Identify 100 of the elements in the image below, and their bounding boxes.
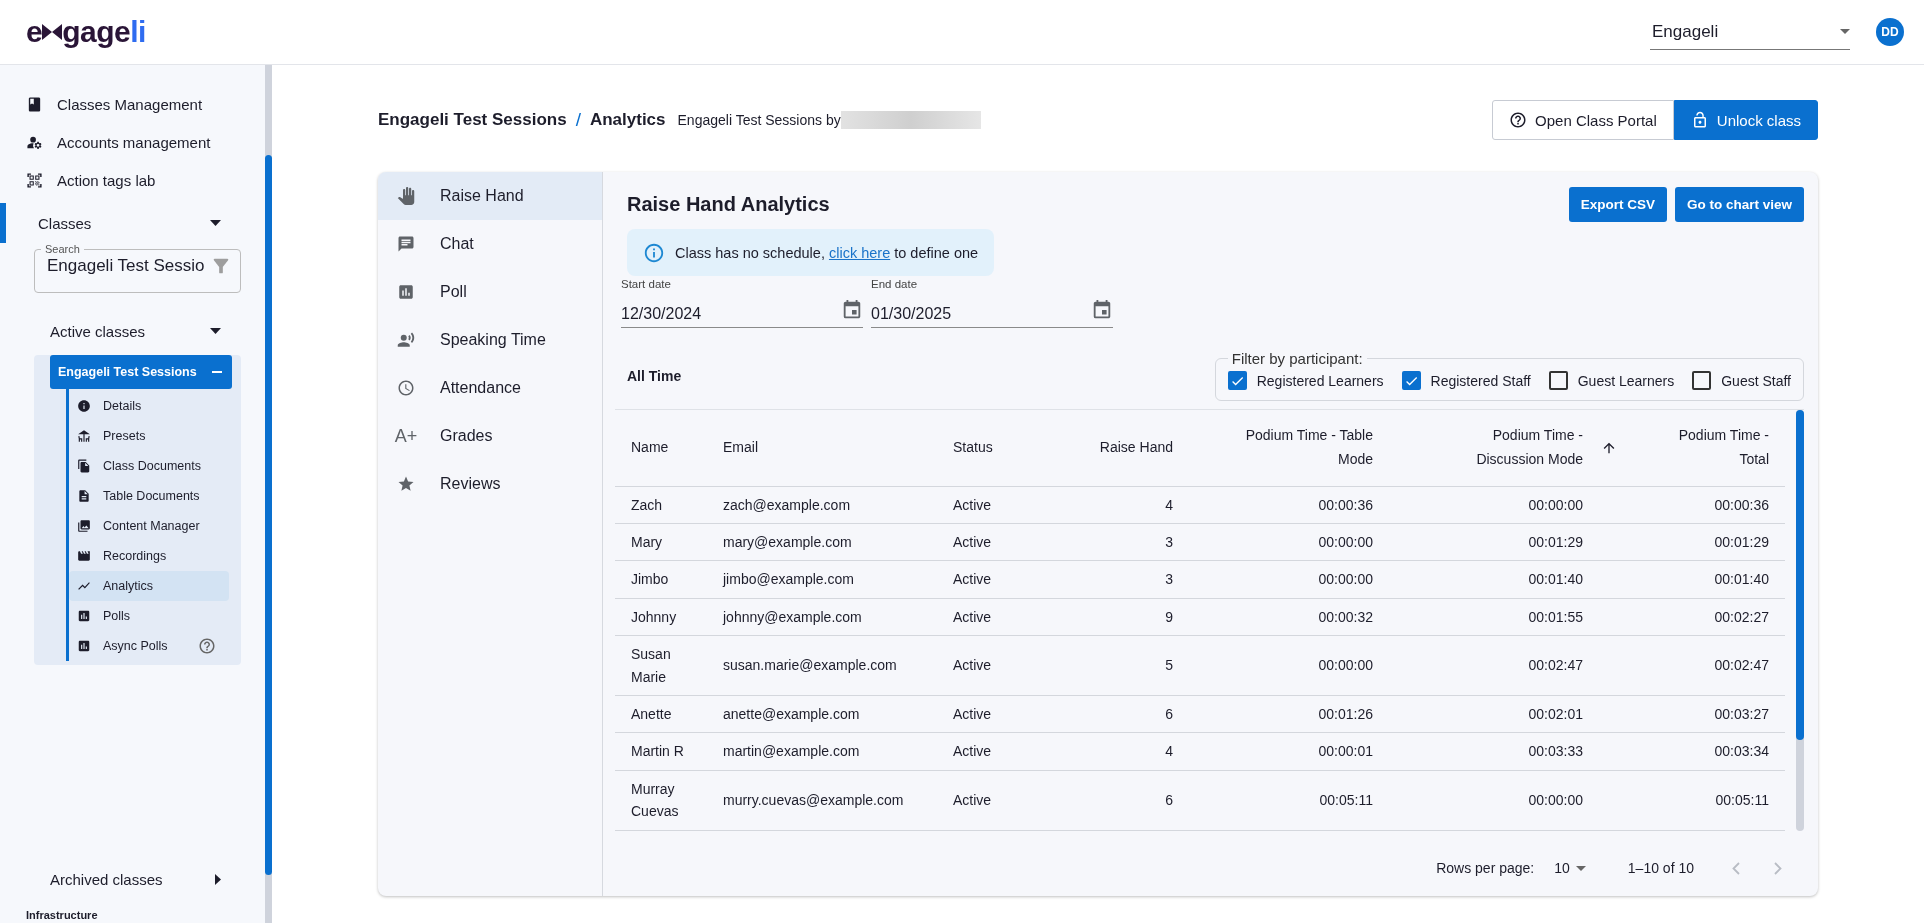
filter-legend: Filter by participant: [1227,350,1367,367]
sidebar-item[interactable]: Accounts management [0,123,265,161]
class-menu-item[interactable]: Async Polls [69,631,229,661]
table-cell: 00:02:47 [1591,635,1785,696]
table-cell: Johnny [615,598,715,636]
caret-icon [210,220,221,226]
table-cell: Active [945,560,1063,599]
filter-option[interactable]: Guest Staff [1692,371,1791,390]
table-cell: Susan Marie [615,635,715,696]
grade-glyph: A+ [394,425,418,447]
table-cell: 00:02:47 [1381,635,1591,696]
chat-icon [397,235,415,253]
unlock-button[interactable]: Unlock class [1673,100,1818,140]
rows-per-page-label: Rows per page: [1436,860,1535,876]
table-cell: 00:01:55 [1381,598,1591,636]
analytics-tab[interactable]: A+ Grades [378,412,602,460]
bowtie-icon [42,24,63,40]
calendar-icon[interactable] [841,299,863,321]
scrollbar[interactable] [1796,410,1804,831]
table-cell: 00:00:00 [1181,560,1381,599]
table-cell: Active [945,635,1063,696]
table-cell: martin@example.com [715,732,945,771]
page-range: 1–10 of 10 [1627,860,1694,876]
calendar-icon[interactable] [1091,299,1113,321]
class-menu-item[interactable]: Table Documents [69,481,229,511]
caret-icon [215,873,221,885]
class-menu-item[interactable]: Presets [69,421,229,451]
column-header[interactable]: Podium Time - Discussion Mode [1381,410,1591,487]
search-field[interactable]: Search Engageli Test Sessio [34,243,241,293]
column-header[interactable]: Podium Time - Total [1591,410,1785,487]
column-header[interactable]: Podium Time - Table Mode [1181,410,1381,487]
user-avatar[interactable]: DD [1876,18,1904,46]
table-cell: murry.cuevas@example.com [715,770,945,830]
table-cell: Active [945,598,1063,636]
clock-icon [397,379,415,397]
table-cell: 00:00:00 [1381,770,1591,830]
organization-select[interactable]: Engageli [1650,14,1850,50]
archived-classes-header[interactable]: Archived classes [0,859,265,899]
chevron-right-icon [1774,861,1782,875]
scrollbar[interactable] [265,65,272,923]
column-header[interactable]: Status [945,410,1063,487]
star-icon [397,475,415,493]
chart-view-button[interactable]: Go to chart view [1674,186,1804,222]
column-header[interactable]: Name [615,410,715,487]
class-menu-item[interactable]: Class Documents [69,451,229,481]
help-icon[interactable] [197,637,216,655]
table-cell: mary@example.com [715,523,945,561]
filter-option[interactable]: Guest Learners [1548,371,1675,390]
table-cell: 9 [1063,598,1181,636]
bar-chart-icon [77,639,91,653]
analytics-tab[interactable]: Attendance [378,364,602,412]
class-menu-item[interactable]: Recordings [69,541,229,571]
table-cell: 00:01:29 [1381,523,1591,561]
table-cell: Murray Cuevas [615,770,715,830]
sidebar-item[interactable]: Classes Management [0,85,265,123]
class-subtitle: Engageli Test Sessions by [677,112,841,128]
table-cell: Active [945,486,1063,524]
table-cell: 00:03:34 [1591,732,1785,771]
info-icon [643,241,665,264]
column-header[interactable]: Email [715,410,945,487]
sidebar-item[interactable]: Action tags lab [0,161,265,199]
active-classes-header[interactable]: Active classes [0,311,265,351]
table-cell: 00:00:01 [1181,732,1381,771]
caret-icon [210,328,221,334]
class-header[interactable]: Engageli Test Sessions [50,355,232,389]
class-menu-item[interactable]: Analytics [69,571,229,601]
help-icon [1509,111,1528,129]
analytics-tab[interactable]: Speaking Time [378,316,602,364]
table-cell: Jimbo [615,560,715,599]
filter-option[interactable]: Registered Staff [1401,371,1531,390]
table-cell: Anette [615,695,715,733]
checkbox[interactable] [1692,371,1712,390]
documents-icon [77,459,91,473]
bar-chart-icon [397,283,415,301]
date-field[interactable]: Start date 12/30/2024 [621,278,863,328]
rows-per-page-select[interactable]: 10 [1548,859,1592,877]
qr-code-icon [26,171,43,189]
table-cell: 00:02:27 [1591,598,1785,636]
class-menu-item[interactable]: Content Manager [69,511,229,541]
analytics-tab[interactable]: Raise Hand [378,172,602,220]
filter-option[interactable]: Registered Learners [1227,371,1384,390]
banner-text: Class has no schedule, click here to define one [675,244,979,261]
checkbox[interactable] [1401,371,1421,390]
date-field[interactable]: End date 01/30/2025 [871,278,1113,328]
photo-library-icon [77,519,91,533]
analytics-tab[interactable]: Reviews [378,460,602,508]
checkbox[interactable] [1227,371,1247,390]
portal-button[interactable]: Open Class Portal [1492,100,1674,140]
table-cell: 4 [1063,486,1181,524]
breadcrumb-item[interactable]: Engageli Test Sessions [378,110,567,130]
export-button[interactable]: Export CSV [1568,186,1667,222]
range-label: All Time [627,367,682,384]
class-menu-item[interactable]: Details [69,391,229,421]
define-schedule-link[interactable]: click here [828,244,891,261]
class-menu-item[interactable]: Polls [69,601,229,631]
analytics-tab[interactable]: Chat [378,220,602,268]
checkbox[interactable] [1548,371,1568,390]
table-cell: 00:01:40 [1591,560,1785,599]
column-header[interactable]: Raise Hand [1063,410,1181,487]
analytics-tab[interactable]: Poll [378,268,602,316]
